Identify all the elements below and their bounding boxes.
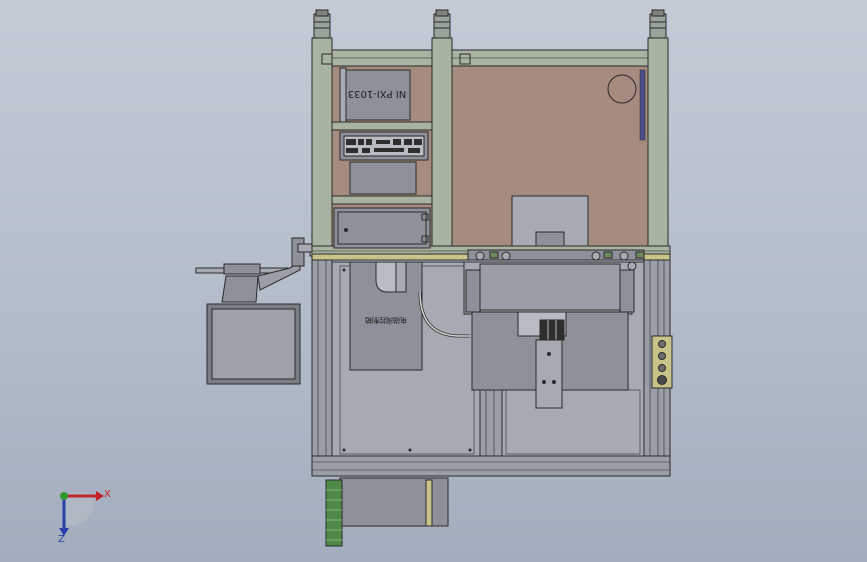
valve-box-label: 电磁阀控制箱 [365, 316, 407, 325]
middle-frame-post [431, 37, 453, 253]
coordinate-triad[interactable]: X Z [58, 489, 111, 545]
axis-x-label: X [104, 489, 111, 500]
pxi-chassis-label: NI PXI-1033 [348, 88, 407, 99]
left-frame-post [311, 37, 333, 253]
cad-3d-viewport[interactable]: NI PXI-1033 电磁阀控制箱 X Z [0, 0, 867, 562]
instrument-module[interactable] [339, 131, 429, 195]
monitor-screen [211, 308, 296, 380]
monitor-arm[interactable] [195, 237, 313, 303]
pxi-chassis[interactable]: NI PXI-1033 [339, 67, 411, 123]
monitor[interactable] [206, 303, 301, 385]
control-button-3[interactable] [658, 364, 666, 372]
carriage-assembly[interactable] [463, 249, 645, 409]
control-button-panel[interactable] [651, 335, 673, 389]
post-connector-right [649, 9, 667, 39]
right-frame-post [647, 37, 669, 253]
top-fixture-block[interactable] [511, 195, 589, 247]
post-connector-left [313, 9, 331, 39]
bottom-drawer[interactable] [339, 477, 449, 527]
post-connector-middle [433, 9, 451, 39]
shelf-upper [331, 121, 433, 131]
electrical-box[interactable] [333, 207, 431, 249]
side-blue-strip [639, 69, 646, 141]
control-button-1[interactable] [658, 340, 666, 348]
shelf-middle [331, 195, 433, 205]
axis-z-label: Z [58, 534, 65, 545]
green-cable-bundle [325, 479, 343, 547]
control-button-4[interactable] [657, 375, 667, 385]
control-button-2[interactable] [658, 352, 666, 360]
